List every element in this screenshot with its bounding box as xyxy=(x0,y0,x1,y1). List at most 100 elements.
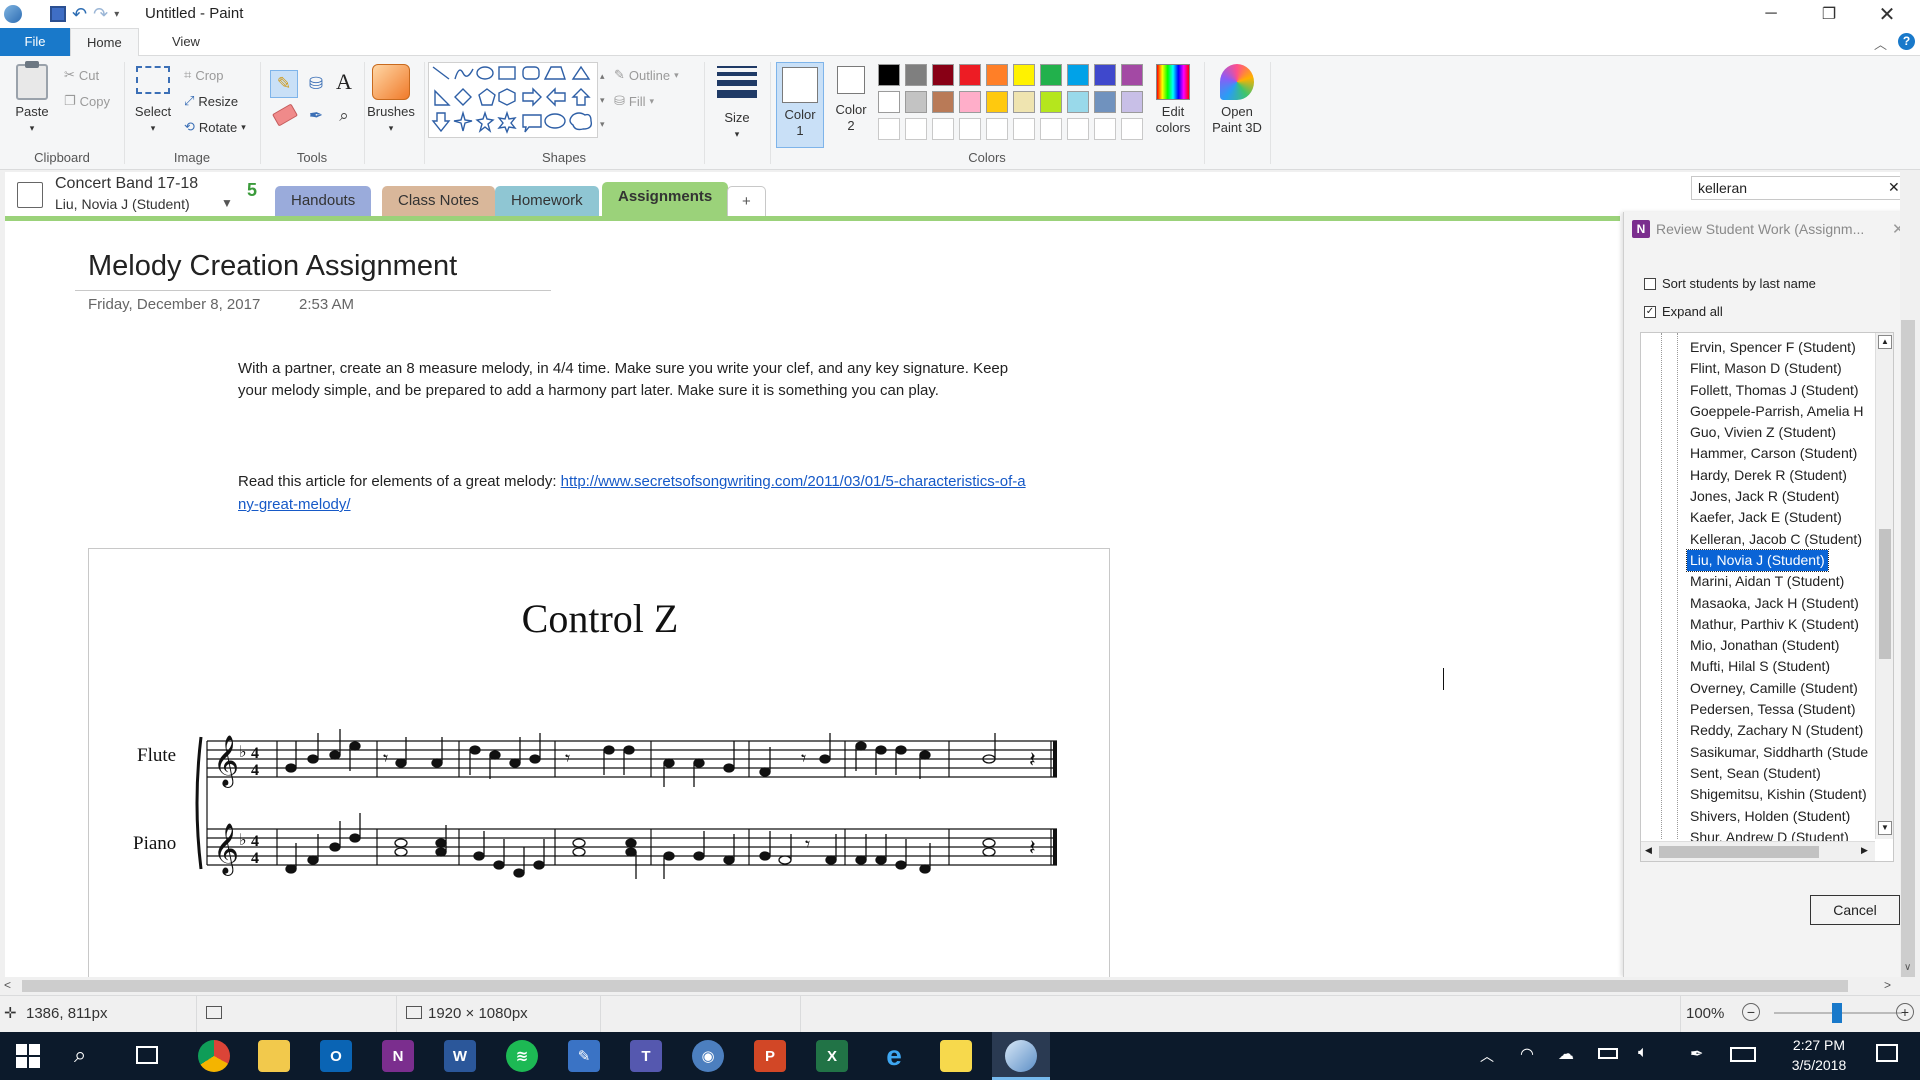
fill-button[interactable]: ⛁ Fill ▾ xyxy=(614,90,654,112)
color-swatch[interactable] xyxy=(1040,91,1062,113)
student-item[interactable]: Sasikumar, Siddharth (Stude xyxy=(1687,742,1887,763)
scroll-left-icon[interactable]: ◀ xyxy=(1645,845,1652,856)
teams-icon[interactable]: T xyxy=(630,1040,662,1072)
custom-color-slot[interactable] xyxy=(1013,118,1035,140)
action-center-icon[interactable] xyxy=(1876,1044,1898,1062)
student-item[interactable]: Sent, Sean (Student) xyxy=(1687,763,1887,784)
word-icon[interactable]: W xyxy=(444,1040,476,1072)
minimize-button[interactable]: ─ xyxy=(1748,0,1794,28)
rotate-button[interactable]: ⟲ Rotate ▾ xyxy=(184,116,246,138)
keyboard-icon[interactable] xyxy=(1730,1047,1756,1062)
add-section-button[interactable]: + xyxy=(727,186,766,218)
fill-bucket-icon[interactable]: ⛁ xyxy=(302,70,330,98)
student-item[interactable]: Kelleran, Jacob C (Student) xyxy=(1687,529,1887,550)
custom-color-slot[interactable] xyxy=(1067,118,1089,140)
color-swatch[interactable] xyxy=(1013,64,1035,86)
wifi-icon[interactable]: ◠ xyxy=(1520,1044,1534,1064)
spotify-icon[interactable]: ≋ xyxy=(506,1040,538,1072)
search-icon[interactable]: ⌕ xyxy=(74,1042,86,1068)
tree-scrollbar-horizontal[interactable]: ◀ ▶ xyxy=(1641,841,1875,861)
sort-checkbox-row[interactable]: Sort students by last name xyxy=(1644,276,1816,291)
v-scroll-thumb[interactable] xyxy=(1901,320,1915,1040)
customize-toolbar-icon[interactable]: ▾ xyxy=(114,9,119,20)
student-item[interactable]: Flint, Mason D (Student) xyxy=(1687,358,1887,379)
paint-taskbar-button[interactable] xyxy=(992,1032,1050,1080)
undo-icon[interactable]: ↶ xyxy=(72,5,87,23)
student-item[interactable]: Ervin, Spencer F (Student) xyxy=(1687,337,1887,358)
color-swatch[interactable] xyxy=(905,91,927,113)
maximize-button[interactable]: ❐ xyxy=(1806,0,1852,28)
h-scroll-thumb[interactable] xyxy=(1659,846,1819,858)
scroll-up-icon[interactable]: ▲ xyxy=(1878,335,1892,349)
color-swatch[interactable] xyxy=(878,91,900,113)
notebook-icon[interactable] xyxy=(17,182,43,208)
scroll-down-icon[interactable]: ▼ xyxy=(1878,821,1892,835)
panel-close-icon[interactable]: ✕ xyxy=(1892,220,1900,238)
color-swatch[interactable] xyxy=(1013,91,1035,113)
custom-color-slot[interactable] xyxy=(905,118,927,140)
collapse-ribbon-icon[interactable]: ︿ xyxy=(1874,34,1887,53)
color-swatch[interactable] xyxy=(1040,64,1062,86)
custom-color-slot[interactable] xyxy=(959,118,981,140)
scroll-thumb[interactable] xyxy=(1879,529,1891,659)
paste-button[interactable]: Paste ▾ xyxy=(8,61,56,136)
app-icon[interactable]: ◉ xyxy=(692,1040,724,1072)
close-button[interactable]: ✕ xyxy=(1864,0,1910,28)
excel-icon[interactable]: X xyxy=(816,1040,848,1072)
color-swatch[interactable] xyxy=(932,91,954,113)
canvas-scrollbar-horizontal[interactable]: < > xyxy=(0,977,1920,995)
color1-button[interactable]: Color 1 xyxy=(776,62,824,148)
zoom-slider[interactable] xyxy=(1774,1003,1902,1023)
expand-checkbox-row[interactable]: ✓ Expand all xyxy=(1644,304,1723,319)
search-input[interactable]: kelleran xyxy=(1698,180,1747,196)
student-item-selected[interactable]: Liu, Novia J (Student) xyxy=(1686,548,1829,573)
custom-color-slot[interactable] xyxy=(1094,118,1116,140)
zoom-out-button[interactable]: − xyxy=(1742,1003,1760,1021)
custom-color-slot[interactable] xyxy=(1040,118,1062,140)
custom-color-slot[interactable] xyxy=(878,118,900,140)
resize-button[interactable]: ⤢ Resize xyxy=(184,90,238,112)
volume-icon[interactable]: 🔈︎ xyxy=(1638,1044,1648,1062)
cloud-icon[interactable]: ☁ xyxy=(1558,1044,1574,1064)
color-swatch[interactable] xyxy=(905,64,927,86)
eraser-icon[interactable] xyxy=(271,103,299,127)
pen-icon[interactable]: ✒ xyxy=(1690,1044,1703,1064)
scroll-down-icon[interactable]: ∨ xyxy=(1904,962,1911,973)
tab-home[interactable]: Home xyxy=(70,28,139,57)
color-picker-icon[interactable]: ✒ xyxy=(302,102,330,130)
paint-canvas[interactable]: Concert Band 17-18 Liu, Novia J (Student… xyxy=(5,172,1900,977)
student-item[interactable]: Mathur, Parthiv K (Student) xyxy=(1687,614,1887,635)
custom-color-slot[interactable] xyxy=(1121,118,1143,140)
cut-button[interactable]: ✂ Cut xyxy=(64,64,99,86)
pencil-icon[interactable]: ✎ xyxy=(270,70,298,98)
student-name[interactable]: Liu, Novia J (Student) xyxy=(55,196,190,212)
student-tree[interactable]: Ervin, Spencer F (Student) Flint, Mason D… xyxy=(1640,332,1894,862)
size-button[interactable]: Size ▾ xyxy=(712,66,762,142)
color-swatch[interactable] xyxy=(986,91,1008,113)
select-button[interactable]: Select ▾ xyxy=(132,66,174,136)
internet-explorer-icon[interactable]: e xyxy=(878,1040,910,1072)
scroll-right-icon[interactable]: ▶ xyxy=(1861,845,1868,856)
tab-assignments[interactable]: Assignments xyxy=(602,182,729,218)
student-item[interactable]: Hammer, Carson (Student) xyxy=(1687,443,1887,464)
shapes-gallery[interactable] xyxy=(428,62,598,138)
student-item[interactable]: Guo, Vivien Z (Student) xyxy=(1687,422,1887,443)
student-item[interactable]: Overney, Camille (Student) xyxy=(1687,678,1887,699)
student-item[interactable]: Mufti, Hilal S (Student) xyxy=(1687,656,1887,677)
battery-icon[interactable] xyxy=(1598,1048,1618,1059)
color-swatch[interactable] xyxy=(1121,64,1143,86)
open-paint3d-button[interactable]: Open Paint 3D xyxy=(1208,64,1266,136)
student-item[interactable]: Mio, Jonathan (Student) xyxy=(1687,635,1887,656)
student-item[interactable]: Goeppele-Parrish, Amelia H xyxy=(1687,401,1887,422)
tab-class-notes[interactable]: Class Notes xyxy=(382,186,495,218)
scroll-left-icon[interactable]: < xyxy=(4,978,11,992)
sort-checkbox[interactable] xyxy=(1644,277,1656,290)
chrome-icon[interactable] xyxy=(198,1040,230,1072)
notebook-name[interactable]: Concert Band 17-18 xyxy=(55,175,198,193)
start-button[interactable] xyxy=(16,1044,40,1068)
h-scroll-thumb[interactable] xyxy=(22,980,1848,992)
cancel-button[interactable]: Cancel xyxy=(1810,895,1900,925)
outlook-icon[interactable]: O xyxy=(320,1040,352,1072)
brushes-button[interactable]: Brushes ▾ xyxy=(366,64,416,136)
color-swatch[interactable] xyxy=(878,64,900,86)
